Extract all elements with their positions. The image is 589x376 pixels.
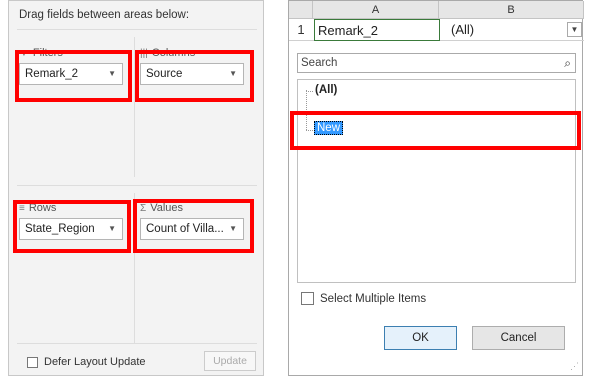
search-input[interactable]: Search ⌕ (297, 53, 576, 73)
rows-area[interactable]: ≡ Rows State_Region ▼ (19, 202, 129, 346)
select-all-corner[interactable] (289, 1, 313, 19)
list-item-new[interactable]: New (314, 121, 344, 135)
values-area-title: Σ Values (140, 202, 184, 214)
rows-icon: ≡ (19, 202, 25, 214)
chevron-down-icon[interactable]: ▼ (229, 224, 237, 233)
resize-grip-icon[interactable]: ⋰ (570, 361, 579, 372)
header-divider (17, 29, 257, 30)
tree-connector-h (306, 91, 313, 92)
filter-dropdown-arrow-icon[interactable]: ▼ (567, 22, 582, 37)
select-multiple-items[interactable]: Select Multiple Items (301, 292, 426, 305)
columns-icon: ||| (140, 47, 148, 59)
tree-connector-h (306, 130, 313, 131)
rows-area-title: ≡ Rows (19, 202, 57, 214)
filter-item-list[interactable]: (All) New (297, 79, 576, 283)
tree-connector (306, 90, 307, 130)
filter-icon: ▼ (19, 47, 29, 59)
columns-area[interactable]: ||| Columns Source ▼ (140, 47, 250, 191)
chevron-down-icon[interactable]: ▼ (229, 69, 237, 78)
defer-layout-update[interactable]: Defer Layout Update (27, 356, 146, 368)
footer-divider (17, 343, 257, 344)
filters-area-title: ▼ Filters (19, 47, 63, 59)
filter-dropdown-pane: A B 1 Remark_2 (All) ▼ Search ⌕ (All) Ne… (288, 0, 584, 376)
filters-area[interactable]: ▼ Filters Remark_2 ▼ (19, 47, 129, 191)
cancel-button[interactable]: Cancel (472, 326, 565, 350)
row-number: 1 (297, 22, 305, 37)
column-header-b[interactable]: B (439, 1, 584, 19)
areas-header: Drag fields between areas below: (19, 9, 190, 21)
sheet-row-1: 1 Remark_2 (All) ▼ (289, 19, 584, 41)
area-divider-vertical-top (134, 37, 135, 177)
column-header-a[interactable]: A (313, 1, 439, 19)
area-divider-horizontal (17, 185, 257, 186)
area-divider-vertical-bottom (134, 193, 135, 343)
chevron-down-icon[interactable]: ▼ (108, 224, 116, 233)
values-field-count-of-villa[interactable]: Count of Villa... ▼ (140, 218, 244, 240)
cell-a1[interactable]: Remark_2 (314, 19, 440, 41)
sigma-icon: Σ (140, 202, 147, 214)
update-button[interactable]: Update (204, 351, 256, 371)
columns-field-source[interactable]: Source ▼ (140, 63, 244, 85)
ok-button[interactable]: OK (384, 326, 457, 350)
select-multiple-checkbox[interactable] (301, 292, 314, 305)
columns-area-title: ||| Columns (140, 47, 196, 59)
pivot-fields-pane: Drag fields between areas below: ▼ Filte… (8, 0, 264, 376)
chevron-down-icon[interactable]: ▼ (108, 69, 116, 78)
search-icon: ⌕ (564, 56, 571, 70)
list-item-all[interactable]: (All) (315, 84, 337, 96)
defer-checkbox[interactable] (27, 356, 38, 368)
values-area[interactable]: Σ Values Count of Villa... ▼ (140, 202, 250, 346)
rows-field-state-region[interactable]: State_Region ▼ (19, 218, 123, 240)
cell-b1[interactable]: (All) (451, 22, 474, 37)
filters-field-remark2[interactable]: Remark_2 ▼ (19, 63, 123, 85)
